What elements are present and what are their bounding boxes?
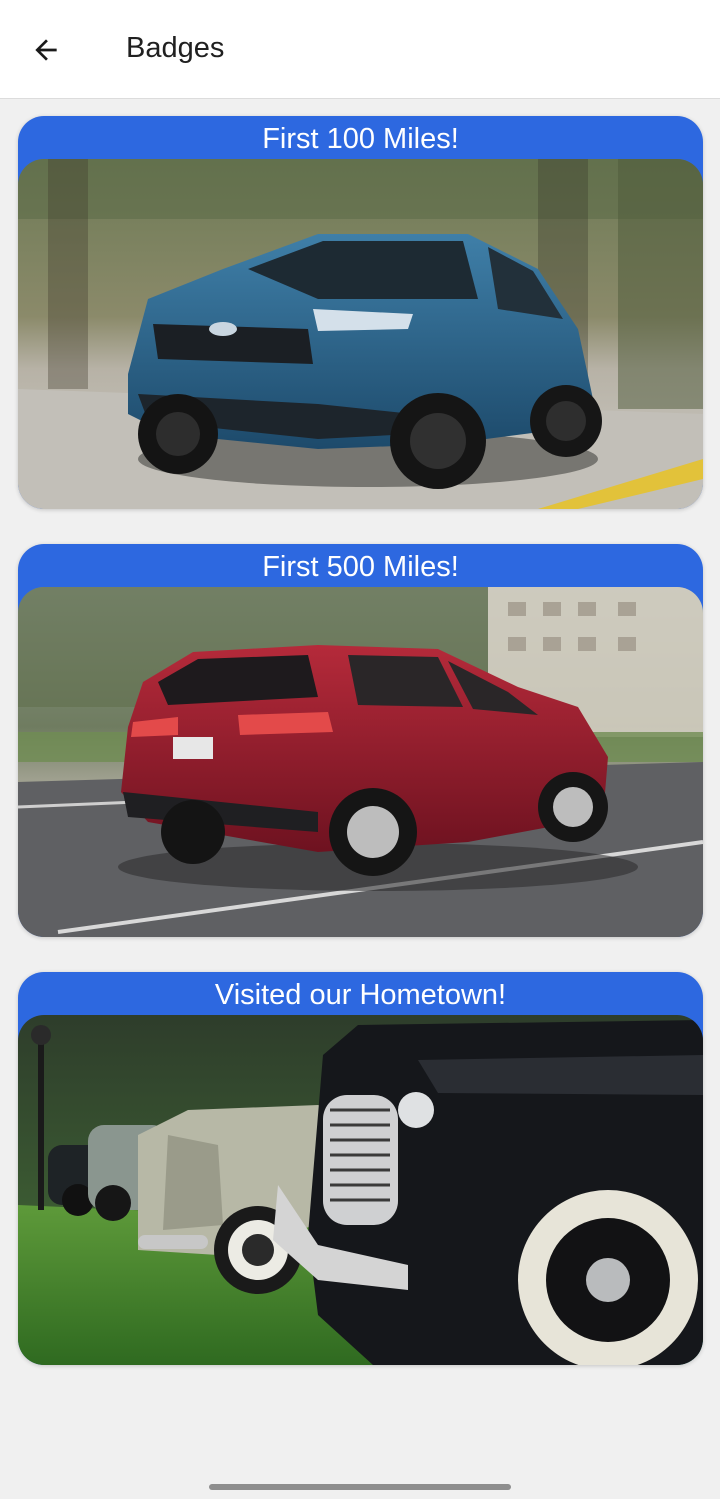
badge-title: First 500 Miles! xyxy=(262,551,459,583)
page-title: Badges xyxy=(126,32,225,64)
badge-card-first-500-miles[interactable]: First 500 Miles! xyxy=(18,544,703,937)
badge-title: First 100 Miles! xyxy=(262,123,459,155)
badge-image-red-suv xyxy=(18,587,703,937)
badge-card-first-100-miles[interactable]: First 100 Miles! xyxy=(18,116,703,509)
back-button[interactable] xyxy=(20,24,72,76)
badge-title: Visited our Hometown! xyxy=(214,979,507,1011)
badge-card-visited-hometown[interactable]: Visited our Hometown! xyxy=(18,972,703,1365)
badge-image-vintage-cars xyxy=(18,1015,703,1365)
arrow-left-icon xyxy=(35,39,57,61)
badge-image-blue-suv xyxy=(18,159,703,509)
app-bar: Badges xyxy=(0,0,720,99)
home-indicator[interactable] xyxy=(209,1484,511,1490)
